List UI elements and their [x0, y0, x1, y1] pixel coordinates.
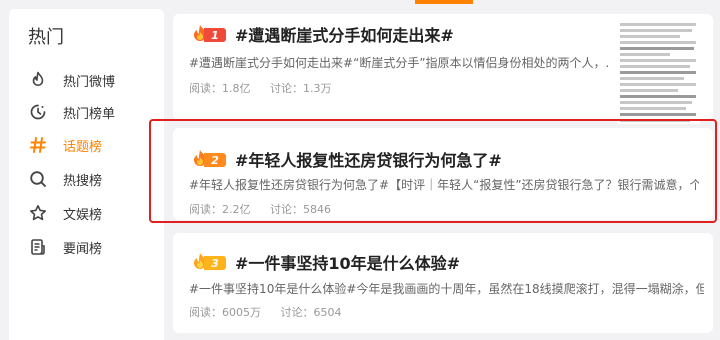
- sidebar-item-label: 热门微博: [63, 74, 116, 90]
- search-icon: [28, 169, 48, 189]
- read-count: 阅读：1.8亿: [189, 82, 251, 95]
- topic-card-2[interactable]: 2 #年轻人报复性还房贷银行为何急了# #年轻人报复性还房贷银行为何急了#【时评…: [173, 128, 713, 220]
- sidebar-item-hot-search[interactable]: 热搜榜: [28, 167, 102, 191]
- topic-title[interactable]: #遭遇断崖式分手如何走出来#: [235, 22, 454, 46]
- topic-description: #年轻人报复性还房贷银行为何急了#【时评｜年轻人“报复性”还房贷银行急了？银行需…: [189, 178, 699, 192]
- sidebar-item-label: 要闻榜: [63, 241, 103, 257]
- rank-number: 3: [204, 256, 226, 270]
- topic-stats: 阅读：6005万 讨论：6504: [189, 304, 342, 320]
- sidebar: 热门 热门微博 热门榜单 话题榜 热搜榜 文娱榜 要闻榜: [9, 9, 164, 340]
- rank-badge: 1: [189, 23, 227, 45]
- topic-card-1[interactable]: 1 #遭遇断崖式分手如何走出来# #遭遇断崖式分手如何走出来#“断崖式分手”指原…: [173, 14, 713, 124]
- topic-title-row: 3 #一件事坚持10年是什么体验#: [189, 250, 460, 274]
- sidebar-item-hot-weibo[interactable]: 热门微博: [28, 68, 115, 92]
- rank-badge: 2: [189, 148, 227, 170]
- topic-stats: 阅读：1.8亿 讨论：1.3万: [189, 80, 332, 96]
- topic-card-3[interactable]: 3 #一件事坚持10年是什么体验# #一件事坚持10年是什么体验#今年是我画画的…: [173, 233, 713, 333]
- hashtag-icon: [28, 135, 48, 155]
- sidebar-item-label: 热搜榜: [63, 173, 103, 189]
- sidebar-item-label: 文娱榜: [63, 207, 103, 223]
- topic-title[interactable]: #年轻人报复性还房贷银行为何急了#: [235, 147, 502, 171]
- rank-number: 1: [204, 28, 226, 42]
- discuss-count: 讨论：1.3万: [270, 82, 332, 95]
- discuss-count: 讨论：6504: [280, 306, 342, 319]
- sidebar-item-topic-list[interactable]: 话题榜: [28, 133, 102, 157]
- rank-badge: 3: [189, 251, 227, 273]
- rank-number: 2: [204, 153, 226, 167]
- topic-title[interactable]: #一件事坚持10年是什么体验#: [235, 250, 460, 274]
- topic-title-row: 1 #遭遇断崖式分手如何走出来#: [189, 22, 454, 46]
- sidebar-title: 热门: [28, 27, 64, 48]
- topic-description: #遭遇断崖式分手如何走出来#“断崖式分手”指原本以情侣身份相处的两个人，...: [189, 56, 609, 70]
- clock-icon: [28, 102, 48, 122]
- sidebar-item-label: 热门榜单: [63, 106, 116, 122]
- discuss-count: 讨论：5846: [270, 203, 331, 216]
- topic-thumbnail[interactable]: [618, 20, 700, 124]
- sidebar-item-label: 话题榜: [63, 139, 103, 155]
- read-count: 阅读：2.2亿: [189, 203, 251, 216]
- news-icon: [28, 237, 48, 257]
- topic-stats: 阅读：2.2亿 讨论：5846: [189, 201, 331, 217]
- top-tab-indicator: [415, 0, 473, 4]
- topic-title-row: 2 #年轻人报复性还房贷银行为何急了#: [189, 147, 502, 171]
- read-count: 阅读：6005万: [189, 306, 261, 319]
- topic-description: #一件事坚持10年是什么体验#今年是我画画的十周年，虽然在18线摸爬滚打，混得一…: [189, 282, 704, 296]
- flame-icon: [28, 70, 48, 90]
- star-icon: [28, 203, 48, 223]
- sidebar-item-entertainment[interactable]: 文娱榜: [28, 201, 102, 225]
- sidebar-item-news[interactable]: 要闻榜: [28, 235, 102, 259]
- sidebar-item-hot-list[interactable]: 热门榜单: [28, 100, 115, 124]
